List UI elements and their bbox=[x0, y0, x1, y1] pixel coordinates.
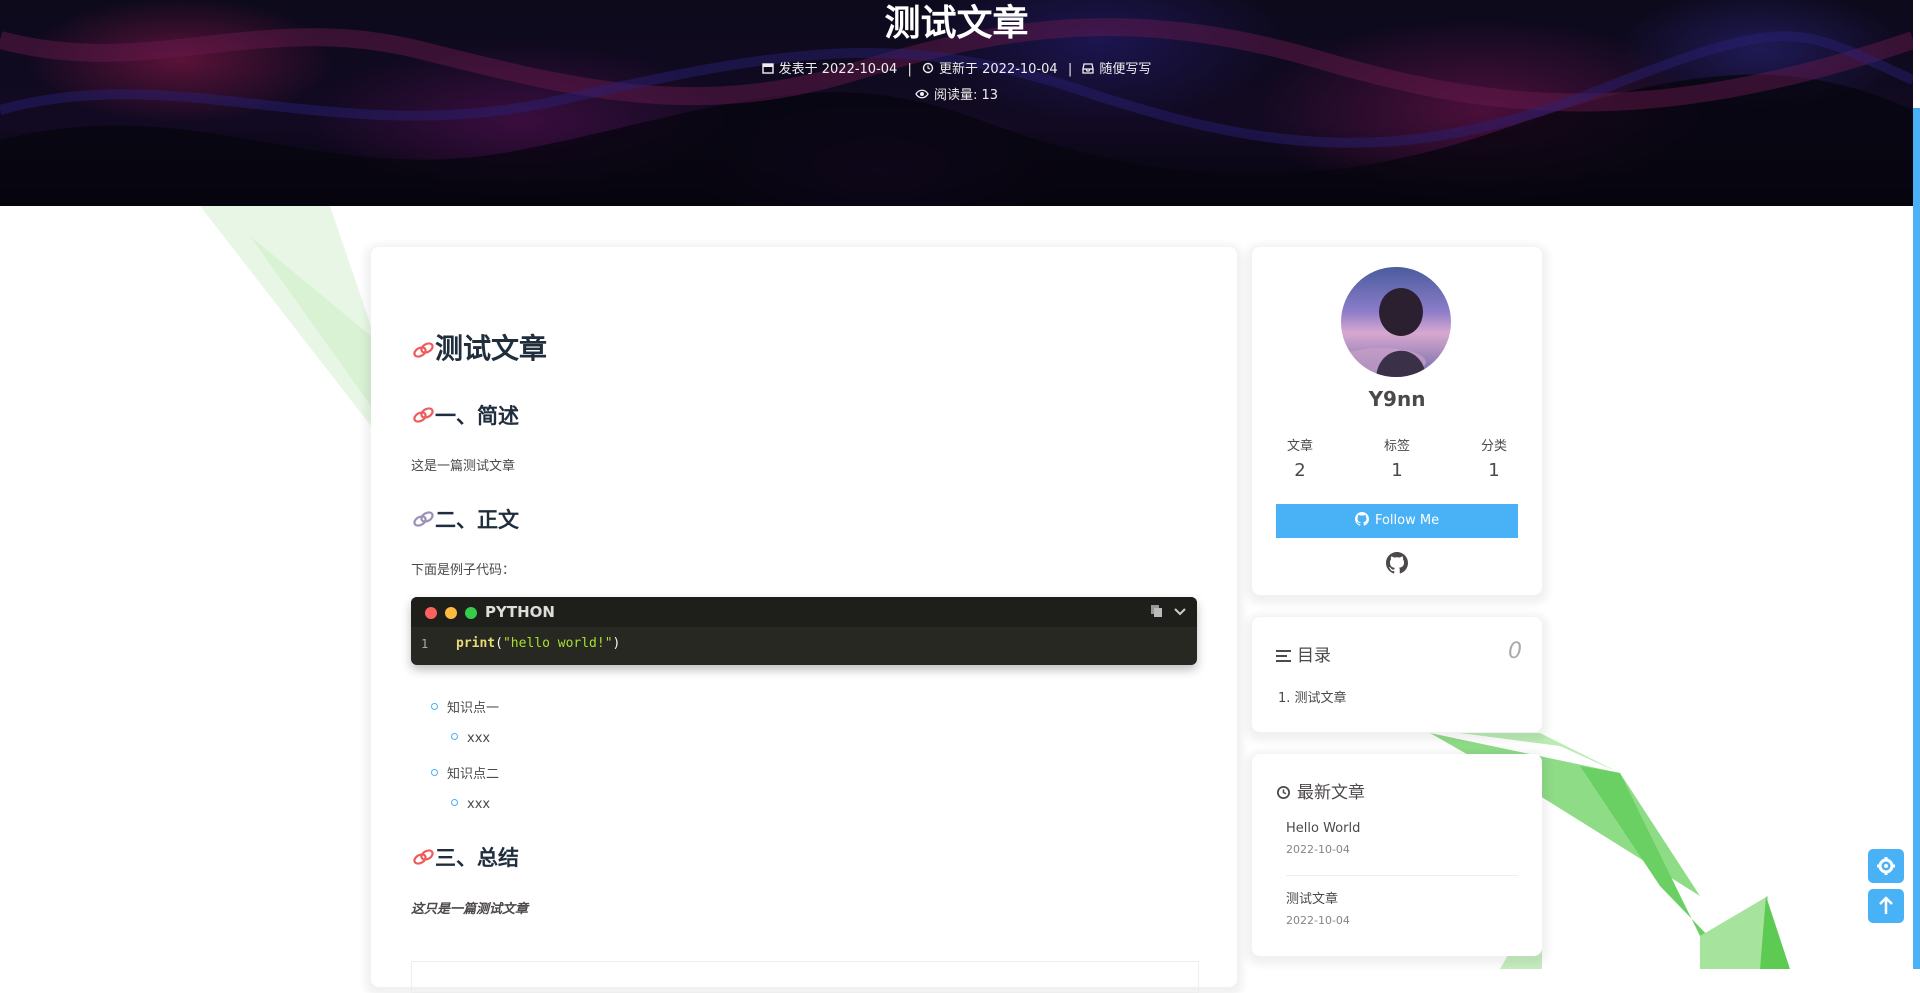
toc-item[interactable]: 1. 测试文章 bbox=[1278, 687, 1347, 706]
views-label: 阅读量: bbox=[933, 88, 978, 103]
settings-button[interactable] bbox=[1868, 849, 1904, 883]
views-count: 13 bbox=[981, 88, 999, 103]
inbox-icon bbox=[1082, 63, 1095, 74]
link-icon[interactable] bbox=[411, 509, 435, 529]
updated-label: 更新于 bbox=[938, 62, 978, 77]
published-label: 发表于 bbox=[778, 62, 818, 77]
code-line: print("hello world!") bbox=[456, 636, 621, 651]
link-icon[interactable] bbox=[411, 847, 435, 867]
avatar[interactable] bbox=[1341, 267, 1451, 377]
recent-posts-title: 最新文章 bbox=[1276, 778, 1365, 803]
chevron-down-icon[interactable] bbox=[1173, 604, 1187, 618]
follow-me-button[interactable]: Follow Me bbox=[1276, 504, 1518, 538]
code-block: PYTHON 1 print("hello world!") bbox=[411, 597, 1197, 665]
section1-paragraph: 这是一篇测试文章 bbox=[411, 459, 516, 474]
meta-separator: | bbox=[907, 62, 912, 77]
published-date: 2022-10-04 bbox=[821, 62, 898, 77]
code-block-header: PYTHON bbox=[411, 597, 1197, 627]
article-heading-section1: 一、简述 bbox=[411, 400, 519, 430]
close-dot bbox=[425, 607, 437, 619]
divider bbox=[1286, 875, 1518, 876]
eye-icon bbox=[915, 89, 929, 99]
section2-paragraph: 下面是例子代码： bbox=[411, 563, 516, 578]
meta-separator: | bbox=[1067, 62, 1073, 77]
author-name: Y9nn bbox=[1368, 387, 1426, 411]
recent-post-item[interactable]: 测试文章 2022-10-04 bbox=[1286, 888, 1350, 927]
bullet bbox=[451, 799, 458, 806]
bullet bbox=[431, 703, 438, 710]
list-item: xxx bbox=[451, 731, 490, 746]
toc-progress-count: 0 bbox=[1508, 639, 1522, 664]
section3-paragraph: 这只是一篇测试文章 bbox=[411, 902, 529, 917]
history-icon bbox=[1277, 786, 1290, 799]
code-language: PYTHON bbox=[485, 603, 555, 621]
author-card: Y9nn 文章 2 标签 1 分类 1 Follow Me bbox=[1252, 247, 1542, 595]
code-line-number: 1 bbox=[421, 637, 429, 651]
history-icon bbox=[922, 62, 934, 74]
list-icon bbox=[1276, 650, 1291, 662]
bullet bbox=[431, 769, 438, 776]
post-title: 测试文章 bbox=[884, 3, 1029, 44]
article-heading-section2: 二、正文 bbox=[411, 504, 519, 534]
arrow-up-icon bbox=[1879, 896, 1893, 914]
maximize-dot bbox=[465, 607, 477, 619]
recent-posts-card: 最新文章 Hello World 2022-10-04 测试文章 2022-10-0… bbox=[1252, 754, 1542, 956]
stat-articles[interactable]: 文章 2 bbox=[1252, 435, 1348, 481]
github-icon bbox=[1354, 512, 1369, 526]
github-icon[interactable] bbox=[1386, 552, 1408, 574]
back-to-top-button[interactable] bbox=[1868, 889, 1904, 923]
article-card: 测试文章 一、简述 这是一篇测试文章 二、正文 下面是例子代码： PYTHON … bbox=[371, 247, 1237, 993]
toc-card: 目录 0 1. 测试文章 bbox=[1252, 617, 1542, 732]
stat-tags[interactable]: 标签 1 bbox=[1349, 435, 1445, 481]
post-meta: 发表于 2022-10-04 | 更新于 2022-10-04 | 随便写写 bbox=[0, 58, 1913, 77]
link-icon[interactable] bbox=[411, 340, 435, 360]
bullet bbox=[451, 733, 458, 740]
calendar-icon bbox=[761, 63, 774, 74]
list-item: 知识点一 bbox=[431, 697, 499, 716]
stat-categories[interactable]: 分类 1 bbox=[1446, 435, 1542, 481]
scrollbar-track bbox=[1913, 0, 1920, 108]
scrollbar-thumb[interactable] bbox=[1913, 108, 1920, 969]
copy-icon[interactable] bbox=[1150, 604, 1164, 618]
minimize-dot bbox=[445, 607, 457, 619]
toc-title: 目录 bbox=[1276, 641, 1331, 666]
post-copyright-box bbox=[411, 961, 1199, 993]
updated-date: 2022-10-04 bbox=[982, 62, 1058, 77]
post-views: 阅读量: 13 bbox=[0, 84, 1913, 103]
gear-icon bbox=[1877, 857, 1895, 875]
recent-post-item[interactable]: Hello World 2022-10-04 bbox=[1286, 821, 1360, 856]
article-heading-section3: 三、总结 bbox=[411, 842, 519, 872]
list-item: 知识点二 bbox=[431, 763, 499, 782]
avatar-image bbox=[1341, 288, 1426, 377]
list-item: xxx bbox=[451, 797, 490, 812]
link-icon[interactable] bbox=[411, 405, 435, 425]
article-heading-main: 测试文章 bbox=[411, 327, 547, 367]
post-category-link[interactable]: 随便写写 bbox=[1099, 62, 1151, 77]
